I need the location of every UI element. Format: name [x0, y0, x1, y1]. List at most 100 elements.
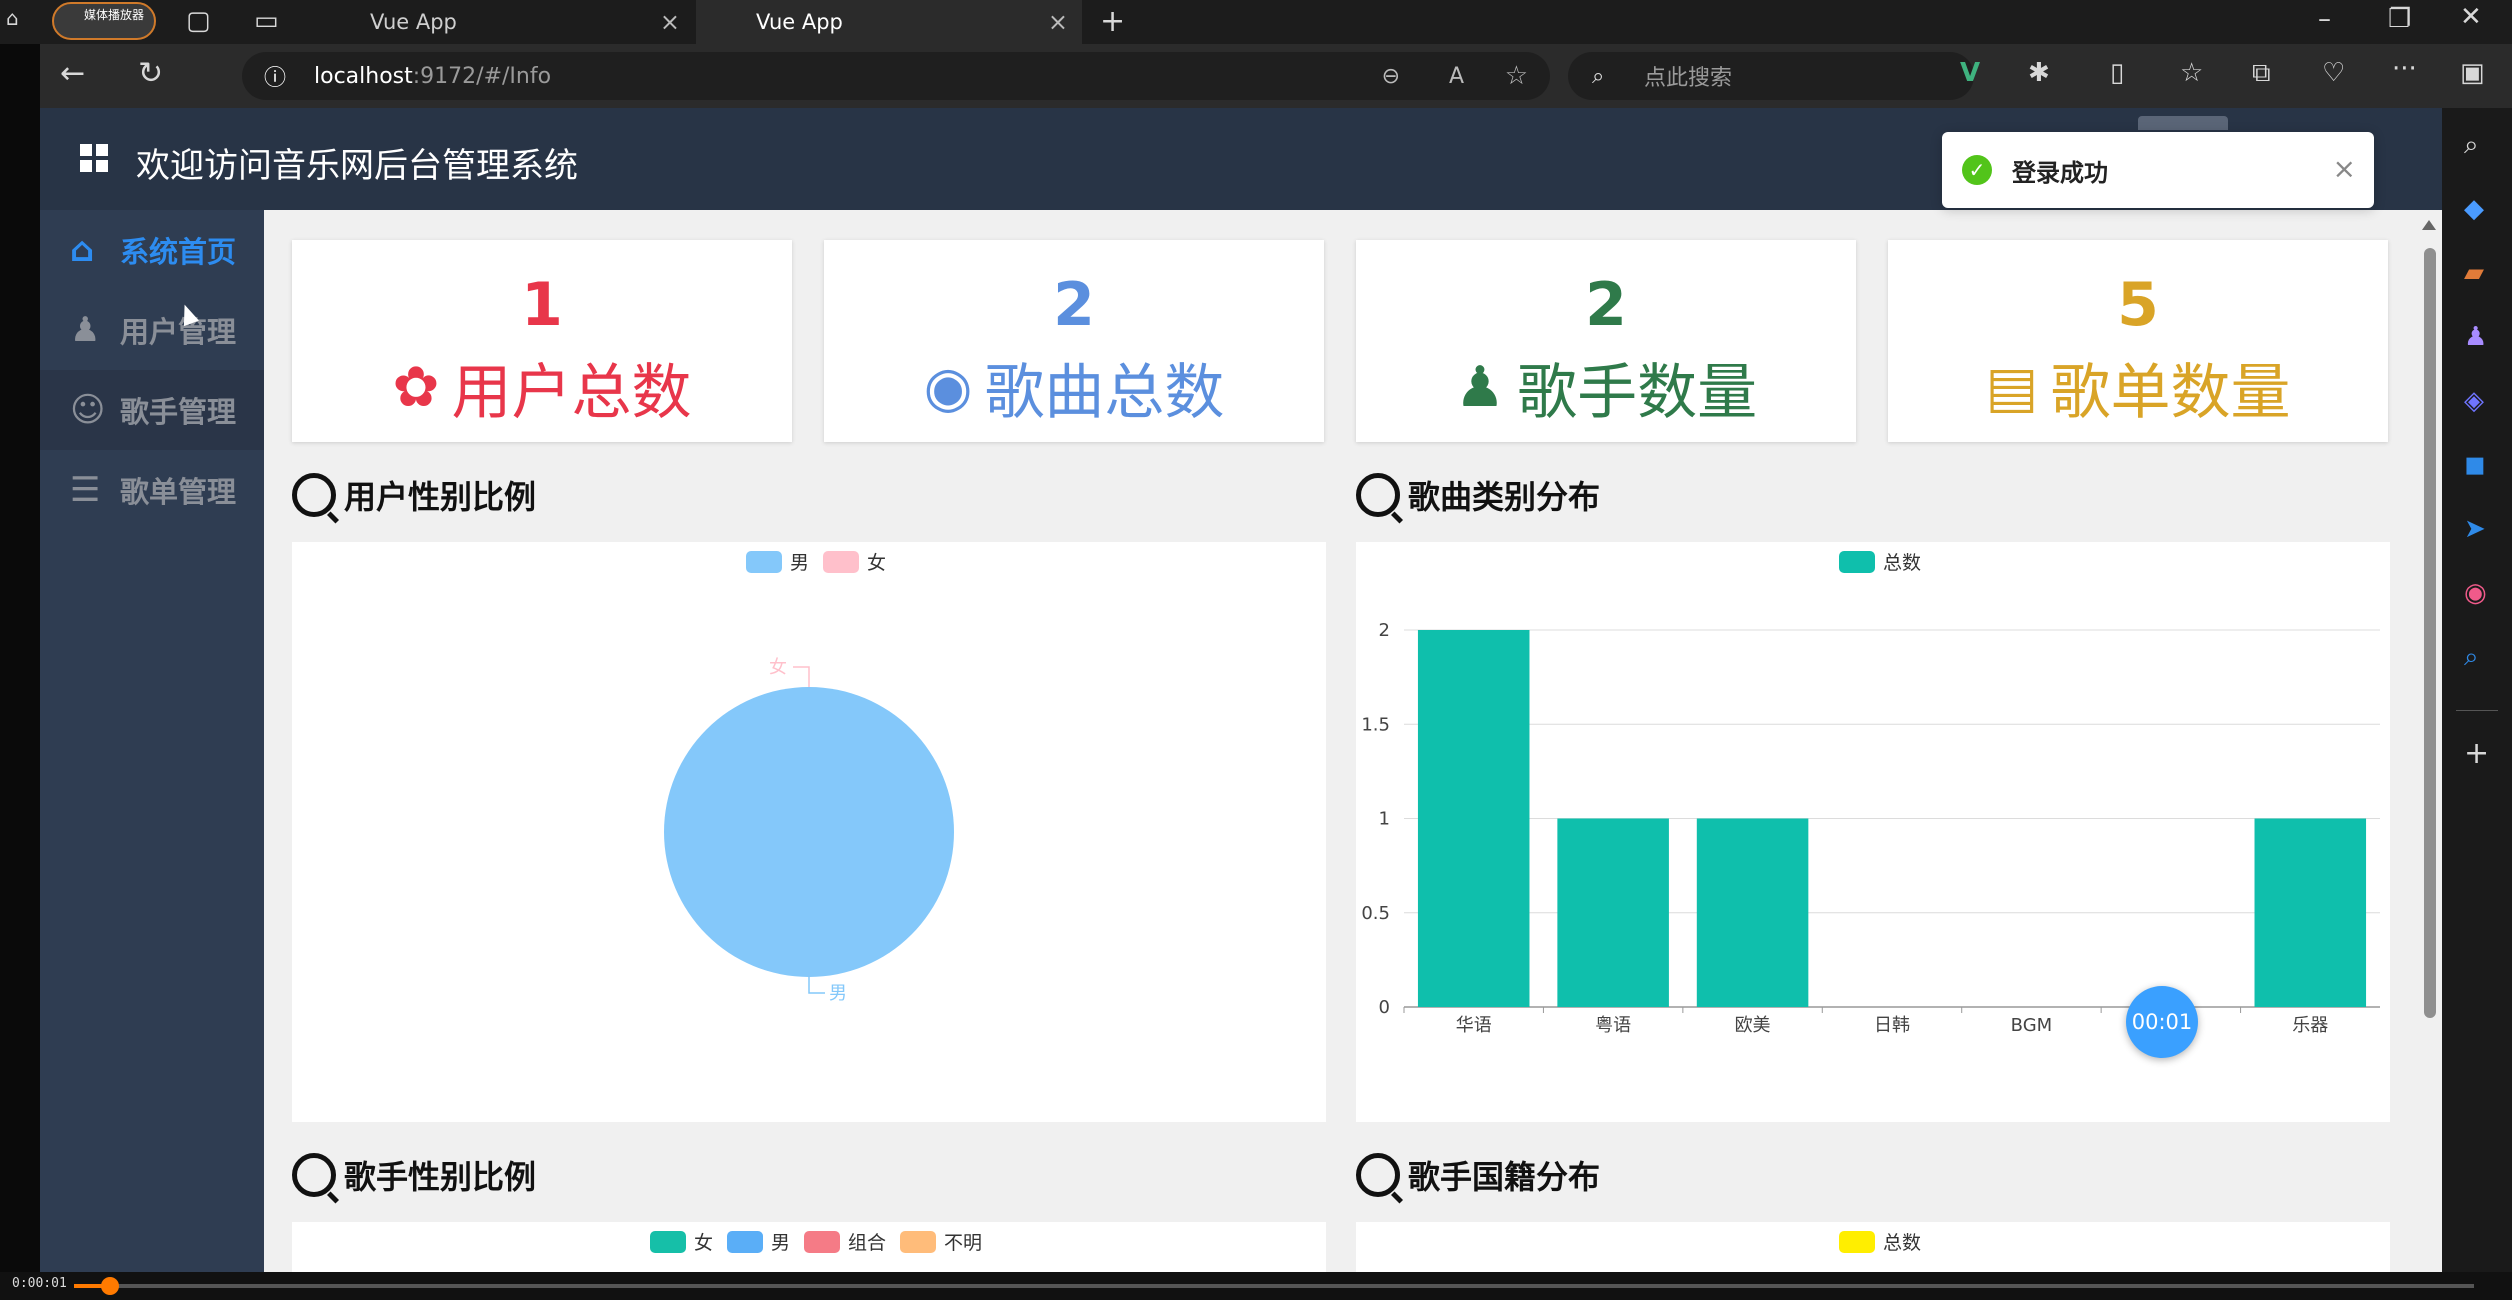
search-input[interactable]: ⌕ 点此搜索: [1568, 52, 1974, 100]
split-screen-icon[interactable]: ▯: [2110, 58, 2124, 88]
favorites-icon[interactable]: ☆: [2180, 58, 2203, 88]
search-person-icon: [1356, 473, 1400, 517]
close-toast-icon[interactable]: ×: [2333, 152, 2356, 185]
sidebar-item-home[interactable]: ⌂ 系统首页: [40, 210, 264, 290]
close-window-icon[interactable]: ✕: [2460, 2, 2482, 32]
legend-label: 总数: [1882, 1232, 1921, 1254]
sidebar-item-users[interactable]: ♟ 用户管理: [40, 290, 264, 370]
zoom-out-icon[interactable]: ⊖: [1382, 64, 1400, 89]
outlook-icon[interactable]: ◼: [2464, 450, 2486, 480]
legend-label: 女: [693, 1232, 713, 1254]
close-tab-icon[interactable]: ×: [1048, 8, 1068, 36]
browser-titlebar: 媒体播放器 ⌂ ▢ ▭ Vue App × Vue App × + – ❐ ✕: [0, 0, 2512, 44]
close-tab-icon[interactable]: ×: [660, 8, 680, 36]
legend-label: 组合: [848, 1232, 887, 1254]
favorite-star-icon[interactable]: ☆: [1505, 61, 1528, 91]
card-value: 5: [2117, 270, 2159, 340]
pie-svg: 男女: [664, 657, 954, 1004]
grid-menu-icon[interactable]: [80, 144, 108, 172]
add-panel-icon[interactable]: +: [2464, 736, 2489, 771]
legend-swatch[interactable]: [649, 1230, 686, 1253]
games-icon[interactable]: ◉: [2464, 578, 2487, 608]
refresh-icon[interactable]: ↻: [138, 56, 163, 91]
health-icon[interactable]: ♡: [2322, 58, 2345, 88]
bar-svg: 0 0.5 1 1.5 2 华语 粤语 欧美 日韩 BGM 乐器: [1361, 620, 2380, 1036]
tab-vue-app-2[interactable]: Vue App ×: [696, 0, 1082, 44]
tab-vue-app-1[interactable]: Vue App ×: [318, 0, 694, 44]
new-tab-icon[interactable]: +: [1100, 4, 1125, 39]
extensions-icon[interactable]: ✱: [2028, 58, 2050, 88]
bar: [2254, 818, 2367, 1007]
app-root: 欢迎访问音乐网后台管理系统 ⌂ 系统首页 ♟ 用户管理 ☺ 歌手管理 ☰ 歌单管理 1 …: [40, 108, 2442, 1272]
users-icon: ✿: [392, 355, 440, 420]
section-song-category: 歌曲类别分布: [1356, 472, 1600, 518]
tag-icon[interactable]: ◆: [2464, 194, 2484, 224]
y-tick-label: 1.5: [1361, 714, 1390, 735]
scrollbar-thumb[interactable]: [2424, 248, 2436, 1018]
legend-swatch[interactable]: [1838, 1230, 1875, 1253]
restore-icon[interactable]: ❐: [2388, 4, 2411, 34]
song-icon: ◉: [923, 355, 973, 420]
avatar-tab[interactable]: [2138, 116, 2228, 130]
people-icon[interactable]: ♟: [2464, 322, 2487, 352]
more-icon[interactable]: ···: [2392, 54, 2417, 84]
home-small-icon[interactable]: ⌂: [6, 6, 19, 30]
card-songs: 2 ◉ 歌曲总数: [824, 240, 1324, 442]
legend-swatch[interactable]: [726, 1230, 763, 1253]
vue-devtools-icon[interactable]: V: [1960, 58, 1980, 88]
y-tick-label: 2: [1379, 620, 1390, 641]
url-field[interactable]: ⓘ localhost:9172/#/Info ⊖ A ☆: [242, 52, 1550, 100]
legend-swatch[interactable]: [804, 1230, 840, 1253]
user-gender-chart: 男 女 男女: [292, 542, 1326, 1122]
x-tick-label: 日韩: [1874, 1015, 1910, 1036]
media-player-badge[interactable]: 媒体播放器: [52, 2, 156, 40]
pie-label: 女: [769, 657, 787, 678]
address-bar: ← ↻ ⓘ localhost:9172/#/Info ⊖ A ☆ ⌕ 点此搜索…: [40, 44, 2512, 108]
song-category-chart: 总数 0 0.5 1 1.5 2 华语 粤语 欧美 日韩 BGM 乐器: [1356, 542, 2390, 1122]
sidebar: ⌂ 系统首页 ♟ 用户管理 ☺ 歌手管理 ☰ 歌单管理: [40, 210, 264, 1272]
send-icon[interactable]: ➤: [2464, 514, 2486, 544]
collections-icon[interactable]: ⧉: [2252, 58, 2271, 89]
player-progress-knob[interactable]: [101, 1277, 119, 1295]
pie-label: 男: [829, 983, 847, 1004]
chart-legend: 女 男 组合 不明: [292, 1228, 1326, 1255]
workspaces-icon[interactable]: ▢: [186, 6, 211, 36]
read-aloud-icon[interactable]: A: [1449, 64, 1464, 89]
search-person-icon: [1356, 1153, 1400, 1197]
section-singer-gender: 歌手性别比例: [292, 1152, 536, 1198]
pie-slice: [664, 687, 954, 977]
search-icon[interactable]: ⌕: [2464, 130, 2479, 161]
playlist-icon: ▤: [1985, 355, 2039, 420]
tab-actions-icon[interactable]: ▭: [254, 6, 279, 36]
minimize-icon[interactable]: –: [2318, 4, 2331, 34]
back-icon[interactable]: ←: [60, 56, 85, 91]
bing-search-icon[interactable]: ⌕: [2464, 642, 2479, 673]
legend-swatch[interactable]: [900, 1230, 937, 1253]
scrollbar-up-arrow[interactable]: [2422, 220, 2436, 230]
card-playlists: 5 ▤ 歌单数量: [1888, 240, 2388, 442]
briefcase-icon[interactable]: ▰: [2464, 258, 2484, 288]
left-strip: [0, 44, 40, 1272]
check-circle-icon: ✓: [1962, 155, 1992, 185]
x-tick-label: 粤语: [1595, 1015, 1631, 1036]
card-singers: 2 ♟ 歌手数量: [1356, 240, 1856, 442]
legend-label: 不明: [944, 1232, 983, 1254]
copilot-icon[interactable]: ◈: [2464, 386, 2484, 416]
sidebar-item-playlists[interactable]: ☰ 歌单管理: [40, 450, 264, 530]
sidebar-item-singers[interactable]: ☺ 歌手管理: [40, 370, 264, 450]
card-value: 1: [521, 270, 563, 340]
x-tick-label: 欧美: [1735, 1015, 1771, 1036]
y-tick-label: 1: [1379, 809, 1390, 830]
player-progress-track[interactable]: [74, 1277, 2474, 1295]
sidebar-toggle-icon[interactable]: ▣: [2460, 58, 2485, 88]
card-label: 歌曲总数: [984, 358, 1225, 428]
recording-timer[interactable]: 00:01: [2126, 986, 2198, 1058]
app-title: 欢迎访问音乐网后台管理系统: [136, 146, 578, 186]
singer-gender-chart: 女 男 组合 不明: [292, 1222, 1326, 1272]
section-singer-nationality: 歌手国籍分布: [1356, 1152, 1600, 1198]
user-icon: ♟: [70, 310, 101, 350]
bar: [1557, 818, 1669, 1007]
y-tick-label: 0: [1379, 997, 1390, 1018]
info-icon[interactable]: ⓘ: [264, 60, 286, 92]
card-value: 2: [1585, 270, 1627, 340]
